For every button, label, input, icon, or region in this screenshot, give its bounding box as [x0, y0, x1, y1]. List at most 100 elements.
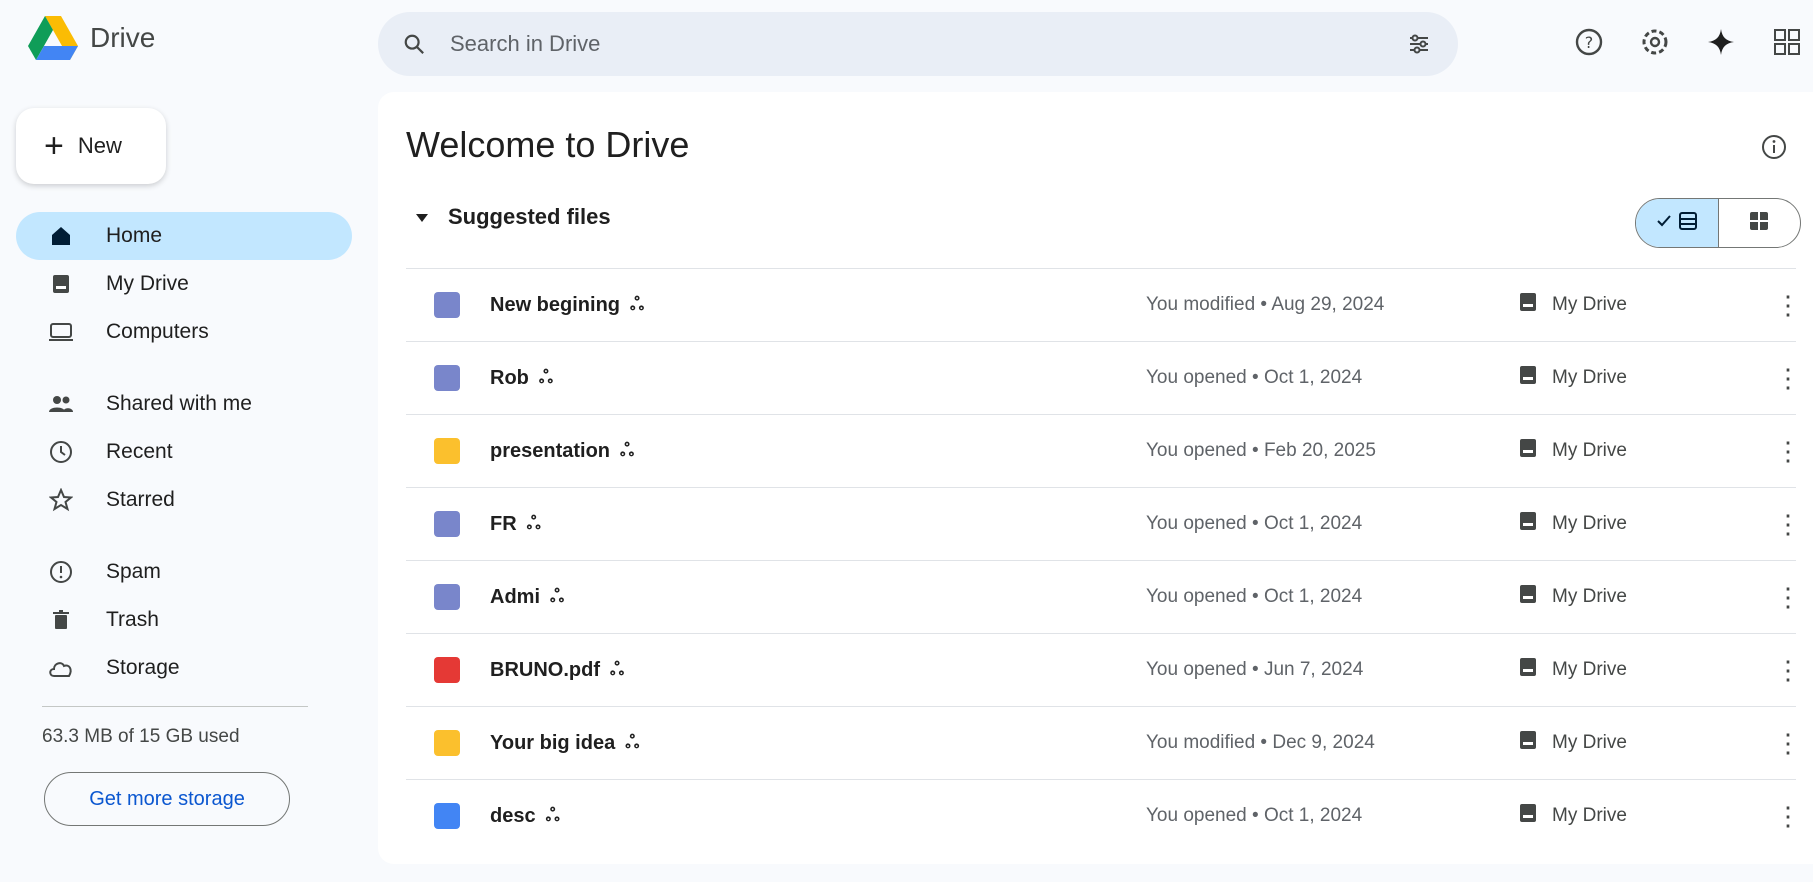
svg-text:?: ? — [1585, 33, 1594, 52]
file-location: My Drive — [1552, 586, 1627, 607]
file-name: desc — [490, 804, 536, 827]
file-location: My Drive — [1552, 440, 1627, 461]
search-input[interactable]: Search in Drive — [450, 31, 1404, 57]
file-name: FR — [490, 512, 517, 535]
file-name: BRUNO.pdf — [490, 658, 600, 681]
plus-icon: + — [44, 127, 64, 165]
my-drive-icon — [1518, 437, 1538, 465]
sidebar-item-recent[interactable]: Recent — [16, 428, 352, 476]
file-name: presentation — [490, 439, 611, 462]
file-reason: You modified • Aug 29, 2024 — [1146, 294, 1385, 315]
apps-grid-icon[interactable] — [1767, 22, 1807, 62]
section-title: Suggested files — [448, 204, 611, 229]
sidebar-item-starred[interactable]: Starred — [16, 476, 352, 524]
table-row[interactable]: desc ஃ You opened • Oct 1, 2024 My Drive … — [406, 779, 1801, 852]
settings-gear-icon[interactable] — [1635, 22, 1675, 62]
my-drive-icon — [46, 269, 76, 299]
table-row[interactable]: Rob ஃ You opened • Oct 1, 2024 My Drive ⋮ — [406, 341, 1801, 414]
file-name: Rob — [490, 366, 529, 389]
main-panel: Welcome to Drive Suggested files New beg… — [378, 92, 1813, 864]
table-row[interactable]: Your big idea ஃ You modified • Dec 9, 202… — [406, 706, 1801, 779]
help-icon[interactable]: ? — [1569, 22, 1609, 62]
more-options-icon[interactable]: ⋮ — [1775, 728, 1801, 758]
app-title: Drive — [90, 22, 156, 53]
shared-icon: ஃ — [545, 804, 560, 825]
file-reason: You modified • Dec 9, 2024 — [1146, 732, 1375, 753]
table-row[interactable]: Admi ஃ You opened • Oct 1, 2024 My Drive … — [406, 560, 1801, 633]
file-reason: You opened • Oct 1, 2024 — [1146, 367, 1363, 388]
table-row[interactable]: FR ஃ You opened • Oct 1, 2024 My Drive ⋮ — [406, 487, 1801, 560]
table-row[interactable]: presentation ஃ You opened • Feb 20, 2025 … — [406, 414, 1801, 487]
grid-view-button[interactable] — [1717, 199, 1801, 247]
sidebar-item-label: Starred — [106, 488, 175, 511]
sidebar-item-home[interactable]: Home — [16, 212, 352, 260]
drive-logo-icon — [28, 16, 78, 60]
file-reason: You opened • Oct 1, 2024 — [1146, 805, 1363, 826]
shared-icon: ஃ — [538, 366, 554, 387]
sidebar-item-shared-with-me[interactable]: Shared with me — [16, 380, 352, 428]
doc-file-icon — [434, 511, 460, 537]
shared-icon: ஃ — [620, 439, 635, 460]
new-button[interactable]: + New — [16, 108, 166, 184]
more-options-icon[interactable]: ⋮ — [1775, 801, 1801, 831]
my-drive-icon — [1518, 729, 1538, 757]
more-options-icon[interactable]: ⋮ — [1775, 363, 1801, 393]
docs-file-icon — [434, 803, 460, 829]
more-options-icon[interactable]: ⋮ — [1775, 655, 1801, 685]
suggested-files-header[interactable]: Suggested files — [414, 204, 611, 230]
sidebar-item-my-drive[interactable]: My Drive — [16, 260, 352, 308]
search-options-icon[interactable] — [1404, 29, 1434, 59]
file-reason: You opened • Feb 20, 2025 — [1146, 440, 1376, 461]
sidebar-item-spam[interactable]: Spam — [16, 548, 352, 596]
search-bar[interactable]: Search in Drive — [378, 12, 1458, 76]
list-view-button[interactable] — [1636, 199, 1718, 247]
info-icon[interactable] — [1759, 132, 1789, 162]
slides-file-icon — [434, 730, 460, 756]
my-drive-icon — [1518, 802, 1538, 830]
my-drive-icon — [1518, 510, 1538, 538]
sidebar-nav: Home My Drive Computers Shared with me R… — [16, 212, 352, 692]
sidebar-item-label: Shared with me — [106, 392, 252, 415]
view-toggle — [1635, 198, 1801, 248]
sidebar-item-computers[interactable]: Computers — [16, 308, 352, 356]
shared-icon: ஃ — [526, 512, 541, 533]
search-icon[interactable] — [402, 32, 426, 56]
more-options-icon[interactable]: ⋮ — [1775, 509, 1801, 539]
file-location: My Drive — [1552, 805, 1627, 826]
sidebar-item-label: Trash — [106, 608, 159, 631]
gemini-sparkle-icon[interactable] — [1701, 22, 1741, 62]
more-options-icon[interactable]: ⋮ — [1775, 582, 1801, 612]
table-row[interactable]: BRUNO.pdf ஃ You opened • Jun 7, 2024 My D… — [406, 633, 1801, 706]
file-name: New begining — [490, 293, 620, 316]
new-button-label: New — [77, 133, 122, 158]
caret-down-icon — [414, 204, 430, 230]
spam-icon — [46, 557, 76, 587]
doc-file-icon — [434, 292, 460, 318]
file-name: Admi — [490, 585, 540, 608]
shared-icon: ஃ — [630, 293, 645, 314]
get-more-storage-button[interactable]: Get more storage — [44, 772, 290, 826]
sidebar-item-label: Spam — [106, 560, 161, 583]
more-options-icon[interactable]: ⋮ — [1775, 436, 1801, 466]
my-drive-icon — [1518, 656, 1538, 684]
more-options-icon[interactable]: ⋮ — [1775, 290, 1801, 320]
clock-icon — [46, 437, 76, 467]
slides-file-icon — [434, 438, 460, 464]
file-list: New begining ஃ You modified • Aug 29, 202… — [406, 268, 1801, 852]
file-location: My Drive — [1552, 367, 1627, 388]
sidebar-item-storage[interactable]: Storage — [16, 644, 352, 692]
my-drive-icon — [1518, 364, 1538, 392]
sidebar-item-trash[interactable]: Trash — [16, 596, 352, 644]
table-row[interactable]: New begining ஃ You modified • Aug 29, 202… — [406, 268, 1801, 341]
file-reason: You opened • Jun 7, 2024 — [1146, 659, 1364, 680]
storage-usage: 63.3 MB of 15 GB used — [42, 726, 240, 747]
sidebar-item-label: Recent — [106, 440, 173, 463]
sidebar-item-label: My Drive — [106, 272, 189, 295]
sidebar-item-label: Storage — [106, 656, 180, 679]
shared-icon: ஃ — [625, 731, 640, 752]
cloud-icon — [46, 653, 76, 683]
file-location: My Drive — [1552, 732, 1627, 753]
drive-logo[interactable]: Drive — [28, 16, 155, 60]
file-reason: You opened • Oct 1, 2024 — [1146, 586, 1363, 607]
shared-icon: ஃ — [550, 585, 565, 606]
